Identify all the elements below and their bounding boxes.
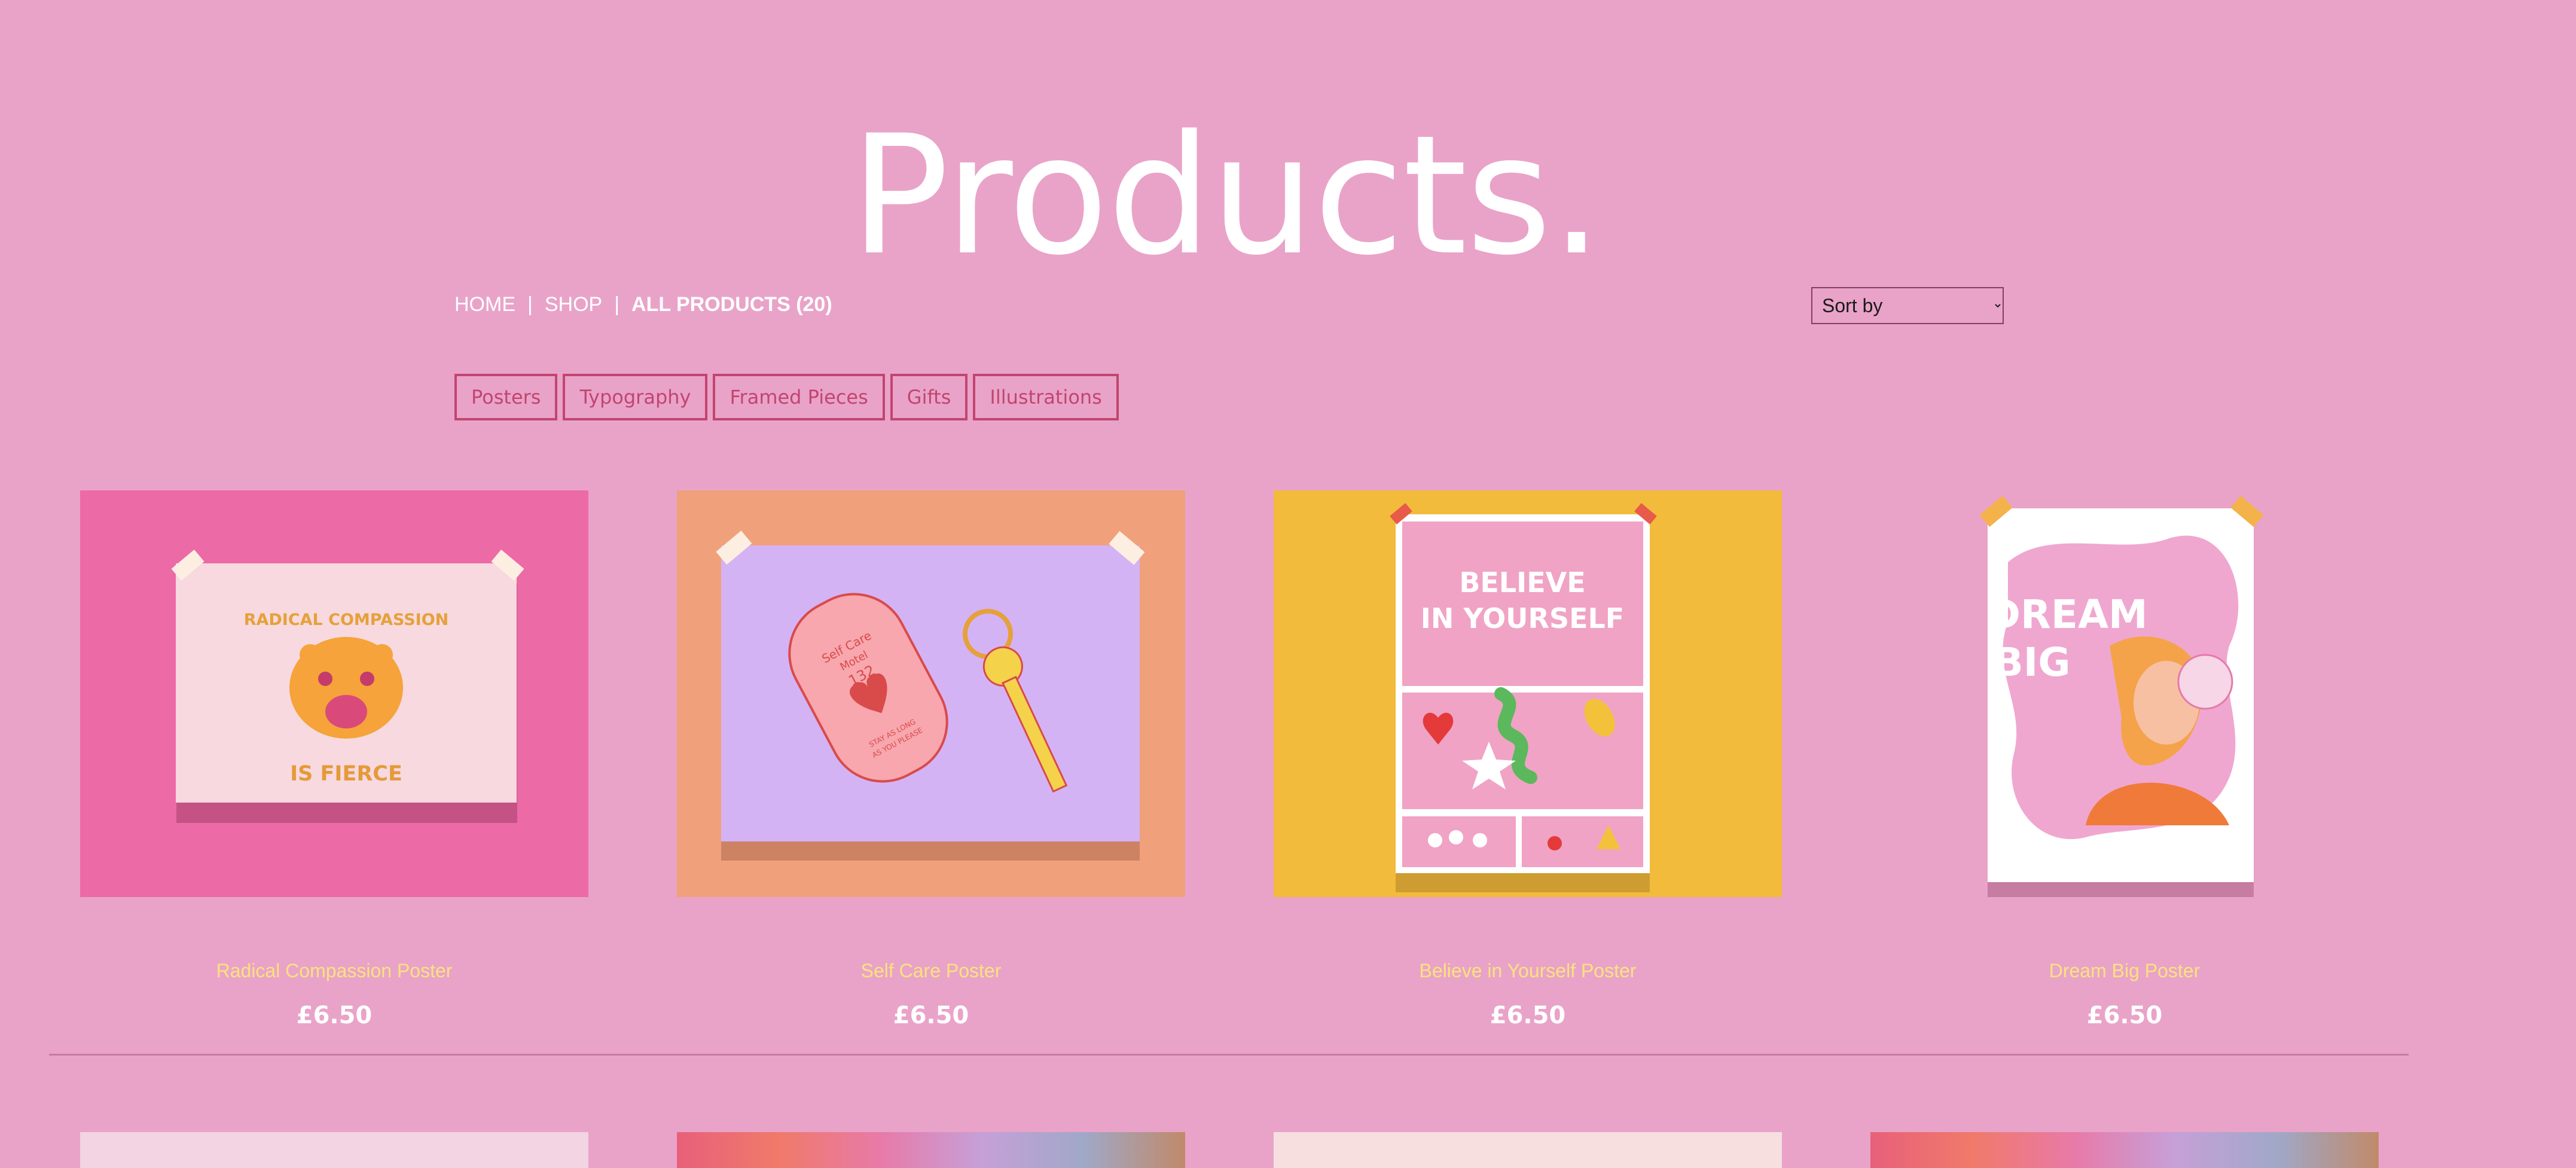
art-text: DREAM bbox=[1988, 591, 2147, 638]
art-text: BELIEVE bbox=[1459, 566, 1585, 599]
product-card[interactable]: BELIEVE IN YOURSELF Believe in Yourself … bbox=[1274, 490, 1782, 1029]
sort-select[interactable]: Sort by bbox=[1811, 287, 2004, 324]
product-name[interactable]: Radical Compassion Poster bbox=[80, 960, 588, 982]
product-image[interactable]: RADICAL COMPASSION IS FIERCE bbox=[80, 490, 588, 897]
art-text: IN YOURSELF bbox=[1421, 602, 1624, 635]
filter-typography-button[interactable]: Typography bbox=[563, 374, 708, 420]
breadcrumb-shop-link[interactable]: SHOP bbox=[545, 293, 602, 316]
breadcrumb-separator: | bbox=[527, 292, 533, 316]
breadcrumb-home-link[interactable]: HOME bbox=[454, 293, 515, 316]
breadcrumb-current: ALL PRODUCTS (20) bbox=[631, 292, 832, 316]
product-card[interactable]: RADICAL COMPASSION IS FIERCE Radical Com… bbox=[80, 490, 588, 1029]
row-divider bbox=[49, 1054, 2409, 1056]
product-image[interactable] bbox=[1870, 1132, 2379, 1168]
product-name[interactable]: Believe in Yourself Poster bbox=[1274, 960, 1782, 982]
filter-illustrations-button[interactable]: Illustrations bbox=[973, 374, 1119, 420]
art-text-bottom: IS FIERCE bbox=[290, 762, 402, 786]
product-price: £6.50 bbox=[2086, 1002, 2163, 1029]
product-image[interactable]: Self Care Motel 132 STAY AS LONG AS YOU … bbox=[677, 490, 1185, 897]
product-image[interactable]: BELIEVE IN YOURSELF bbox=[1274, 490, 1782, 897]
category-filters: Posters Typography Framed Pieces Gifts I… bbox=[454, 374, 1119, 420]
art-text-top: RADICAL COMPASSION bbox=[244, 611, 449, 629]
product-price: £6.50 bbox=[296, 1002, 373, 1029]
product-image[interactable] bbox=[80, 1132, 588, 1168]
filter-gifts-button[interactable]: Gifts bbox=[890, 374, 968, 420]
product-image[interactable] bbox=[677, 1132, 1185, 1168]
filter-framed-pieces-button[interactable]: Framed Pieces bbox=[713, 374, 885, 420]
page-title: Products. bbox=[850, 100, 1603, 291]
product-image[interactable]: DREAM BIG bbox=[1870, 490, 2379, 897]
product-card[interactable]: DREAM BIG Dream Big Poster £6.50 bbox=[1870, 490, 2379, 1029]
breadcrumb: HOME | SHOP | ALL PRODUCTS (20) bbox=[454, 289, 832, 319]
product-card[interactable]: Self Care Motel 132 STAY AS LONG AS YOU … bbox=[677, 490, 1185, 1029]
product-name[interactable]: Self Care Poster bbox=[677, 960, 1185, 982]
filter-posters-button[interactable]: Posters bbox=[454, 374, 558, 420]
product-price: £6.50 bbox=[893, 1002, 969, 1029]
product-name[interactable]: Dream Big Poster bbox=[1870, 960, 2379, 982]
product-price: £6.50 bbox=[1490, 1002, 1566, 1029]
art-text: BIG bbox=[1993, 639, 2070, 685]
breadcrumb-separator: | bbox=[614, 292, 620, 316]
product-image[interactable] bbox=[1274, 1132, 1782, 1168]
